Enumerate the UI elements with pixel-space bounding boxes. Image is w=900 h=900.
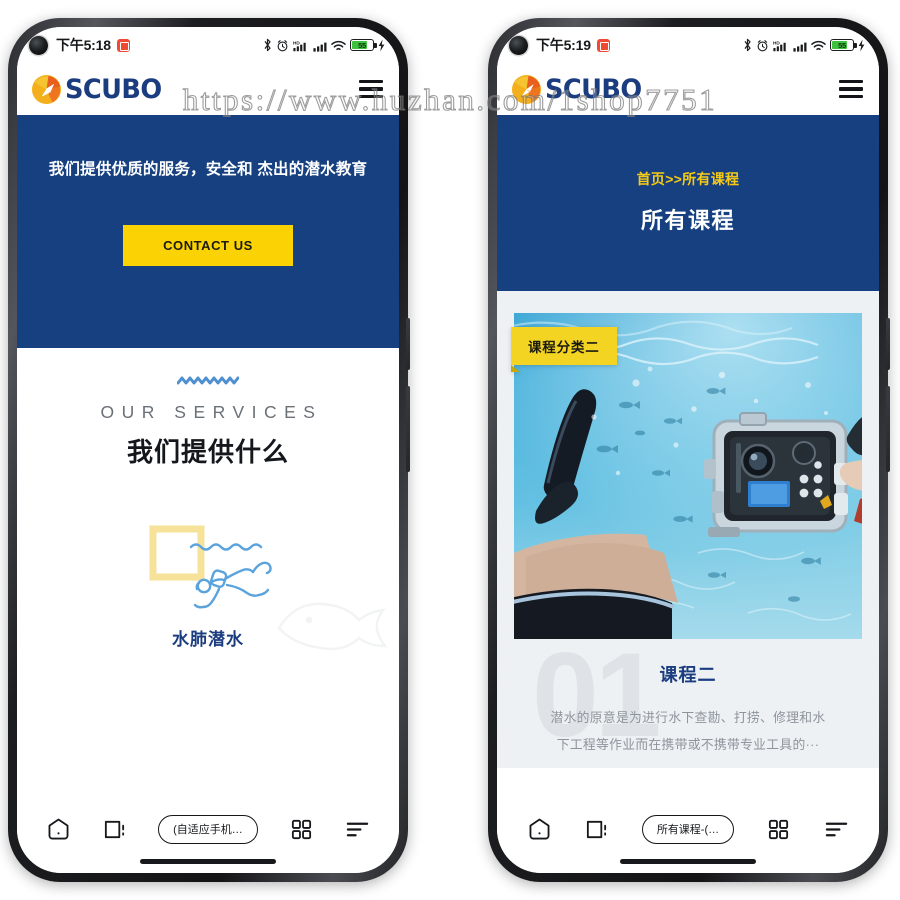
hd-signal-icon: HD xyxy=(773,40,786,51)
phone-mockup-left: 下午5:18 HD 55 SCUBO 我们提供优质的服务，安全和 杰出的潜水教育… xyxy=(8,18,410,882)
alarm-icon xyxy=(757,39,768,51)
current-tab-pill[interactable]: (自适应手机… xyxy=(158,814,258,844)
course-card[interactable]: 课程分类二 01 课程二 潜水的原意是为进行水下查勘、打捞、修理和水下工程等作业… xyxy=(511,313,862,769)
apps-grid-icon[interactable] xyxy=(766,817,791,842)
power-button[interactable] xyxy=(886,386,890,472)
menu-lines-icon[interactable] xyxy=(345,817,370,842)
front-camera-punchhole xyxy=(509,35,528,55)
home-icon[interactable] xyxy=(46,817,71,842)
brand-logo[interactable]: SCUBO xyxy=(511,74,647,105)
brand-name: SCUBO xyxy=(65,73,162,105)
status-bar: 下午5:18 HD 55 xyxy=(17,27,399,63)
hero-title: 我们提供优质的服务，安全和 杰出的潜水教育 xyxy=(48,161,368,178)
charging-bolt-icon xyxy=(378,39,385,51)
hamburger-icon[interactable] xyxy=(359,79,383,99)
battery-level-text: 55 xyxy=(358,40,366,50)
alarm-icon xyxy=(277,39,288,51)
wifi-icon xyxy=(331,40,346,50)
svg-text:HD: HD xyxy=(773,40,780,45)
power-button[interactable] xyxy=(406,386,410,472)
services-title: 我们提供什么 xyxy=(126,436,289,467)
hero-section: 我们提供优质的服务，安全和 杰出的潜水教育 CONTACT US xyxy=(17,115,399,348)
contact-us-button[interactable]: CONTACT US xyxy=(123,224,293,266)
scubo-pinwheel-logo-icon xyxy=(511,74,542,104)
bluetooth-icon xyxy=(744,38,751,52)
hamburger-icon[interactable] xyxy=(839,79,863,99)
battery-icon: 55 xyxy=(350,39,377,51)
status-bar: 下午5:19 HD 55 xyxy=(497,27,879,63)
cellular-signal-icon xyxy=(793,42,807,52)
page-header-section: 首页>>所有课程 所有课程 xyxy=(497,115,879,291)
course-card-body: 01 课程二 潜水的原意是为进行水下查勘、打捞、修理和水下工程等作业而在携带或不… xyxy=(514,635,862,769)
ghost-fish-decoration-icon xyxy=(277,602,388,650)
status-clock: 下午5:19 xyxy=(536,37,591,53)
site-header: SCUBO xyxy=(497,63,879,115)
site-header: SCUBO xyxy=(17,63,399,115)
back-page-icon[interactable] xyxy=(102,817,127,842)
service-item-scuba[interactable]: 水肺潜水 xyxy=(17,525,399,650)
status-clock: 下午5:18 xyxy=(56,37,111,53)
battery-level-text: 55 xyxy=(838,40,846,50)
cellular-signal-icon xyxy=(313,42,327,52)
status-icons: HD 55 xyxy=(263,38,385,52)
bluetooth-icon xyxy=(264,38,271,52)
battery-icon: 55 xyxy=(830,39,857,51)
volume-up-button[interactable] xyxy=(406,318,410,370)
notification-app-icon xyxy=(596,38,610,52)
home-icon[interactable] xyxy=(527,817,552,842)
screenshot-root: 下午5:18 HD 55 SCUBO 我们提供优质的服务，安全和 杰出的潜水教育… xyxy=(0,0,900,900)
menu-lines-icon[interactable] xyxy=(824,817,849,842)
phone-mockup-right: 下午5:19 HD 55 SCUBO 首页>>所有课程 所有课程 课程分类二 0… xyxy=(488,18,890,882)
brand-logo[interactable]: SCUBO xyxy=(31,74,167,105)
phone-screen-right: 下午5:19 HD 55 SCUBO 首页>>所有课程 所有课程 课程分类二 0… xyxy=(497,27,879,873)
home-indicator[interactable] xyxy=(620,859,756,864)
front-camera-punchhole xyxy=(29,35,48,55)
course-list: 课程分类二 01 课程二 潜水的原意是为进行水下查勘、打捞、修理和水下工程等作业… xyxy=(497,291,879,769)
course-name: 课程二 xyxy=(659,665,717,685)
apps-grid-icon[interactable] xyxy=(289,817,314,842)
course-category-badge: 课程分类二 xyxy=(511,327,617,372)
scuba-diver-icon xyxy=(189,542,272,609)
status-icons: HD 55 xyxy=(743,38,865,52)
zigzag-divider-icon xyxy=(177,376,239,385)
course-description: 潜水的原意是为进行水下查勘、打捞、修理和水下工程等作业而在携带或不携带专业工具的… xyxy=(550,710,826,752)
page-title: 所有课程 xyxy=(640,208,735,233)
back-page-icon[interactable] xyxy=(584,817,609,842)
wave-divider-icon xyxy=(17,307,399,348)
notification-app-icon xyxy=(116,38,130,52)
services-eyebrow: OUR SERVICES xyxy=(100,401,323,422)
charging-bolt-icon xyxy=(858,39,865,51)
our-services-section: OUR SERVICES 我们提供什么 水肺潜水 xyxy=(17,347,399,650)
svg-text:HD: HD xyxy=(293,40,300,45)
phone-screen-left: 下午5:18 HD 55 SCUBO 我们提供优质的服务，安全和 杰出的潜水教育… xyxy=(17,27,399,873)
breadcrumb[interactable]: 首页>>所有课程 xyxy=(497,169,879,189)
current-tab-pill[interactable]: 所有课程-(… xyxy=(641,814,735,844)
scubo-pinwheel-logo-icon xyxy=(31,74,62,104)
home-indicator[interactable] xyxy=(140,859,276,864)
brand-name: SCUBO xyxy=(545,73,642,105)
volume-up-button[interactable] xyxy=(886,318,890,370)
wifi-icon xyxy=(811,40,826,50)
hd-signal-icon: HD xyxy=(293,40,306,51)
